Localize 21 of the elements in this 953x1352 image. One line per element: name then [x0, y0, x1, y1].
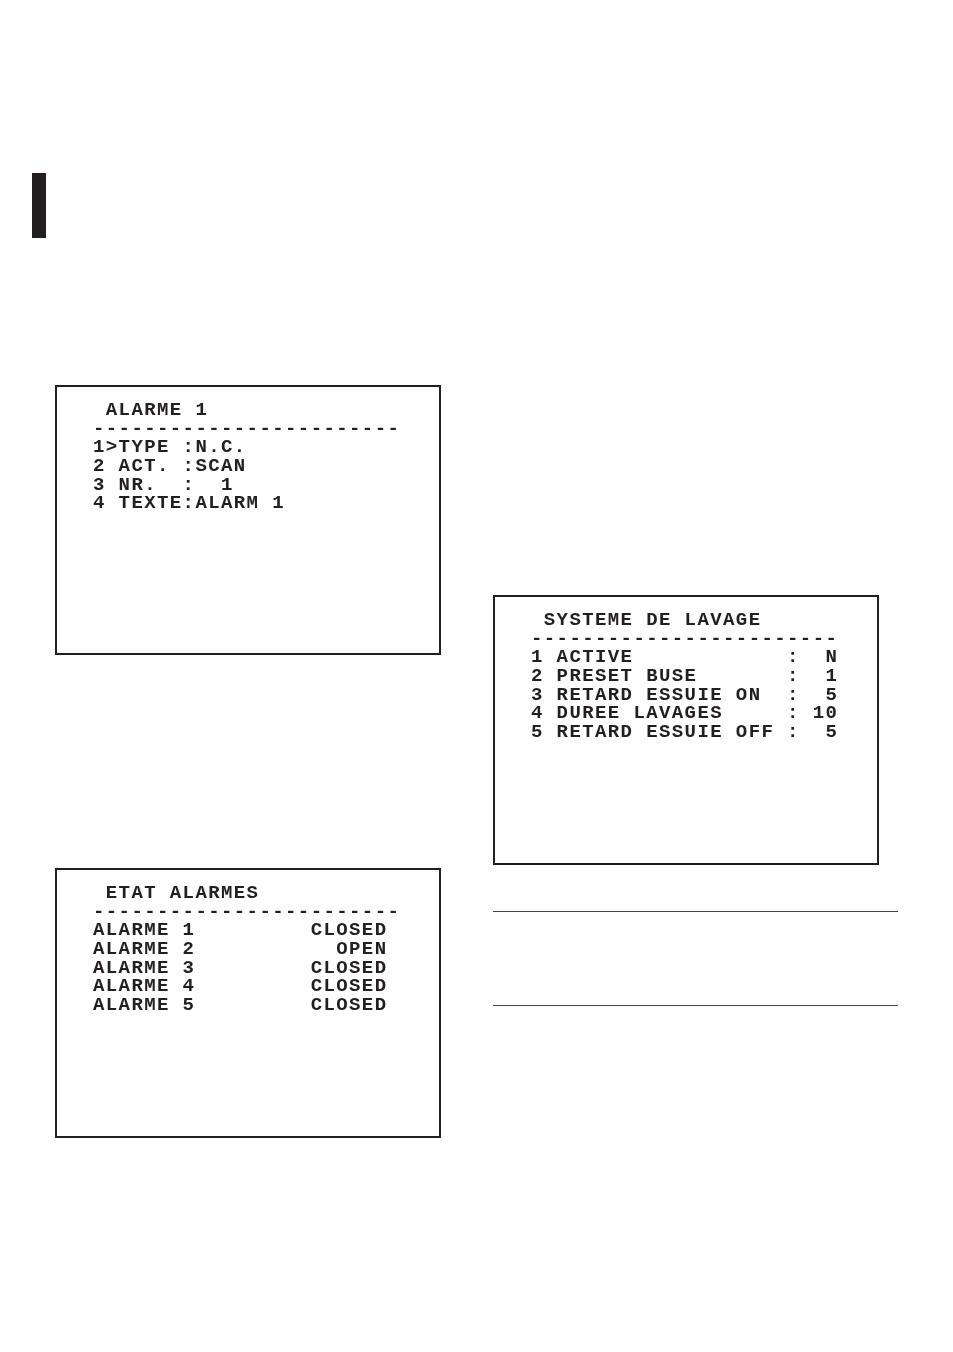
menu-line: 2 PRESET BUSE : 1 — [531, 667, 839, 686]
section-marker-bar — [32, 173, 46, 238]
menu-title: SYSTEME DE LAVAGE — [543, 611, 762, 630]
menu-line: ALARME 4 CLOSED — [93, 977, 388, 997]
menu-line: ALARME 2 OPEN — [93, 940, 388, 959]
menu-line: 3 NR. : 1 — [93, 475, 234, 495]
separator-line: ------------------------ — [93, 419, 401, 439]
menu-line: 1>TYPE :N.C. — [93, 438, 247, 458]
menu-line: 2 ACT. :SCAN — [93, 457, 247, 476]
menu-line: 4 DUREE LAVAGES : 10 — [531, 704, 839, 724]
menu-line: 4 TEXTE:ALARM 1 — [93, 494, 286, 514]
menu-line: 1 ACTIVE : N — [531, 648, 839, 668]
menu-line: ALARME 5 CLOSED — [93, 996, 388, 1015]
separator-line: ------------------------ — [531, 629, 839, 649]
menu-line: 3 RETARD ESSUIE ON : 5 — [531, 685, 839, 705]
separator-line: ------------------------ — [93, 902, 401, 922]
menu-line: ALARME 1 CLOSED — [93, 921, 388, 941]
menu-title: ETAT ALARMES — [105, 884, 260, 903]
menu-line: ALARME 3 CLOSED — [93, 958, 388, 978]
menu-line: 5 RETARD ESSUIE OFF : 5 — [531, 723, 839, 742]
menu-title: ALARME 1 — [105, 401, 209, 420]
